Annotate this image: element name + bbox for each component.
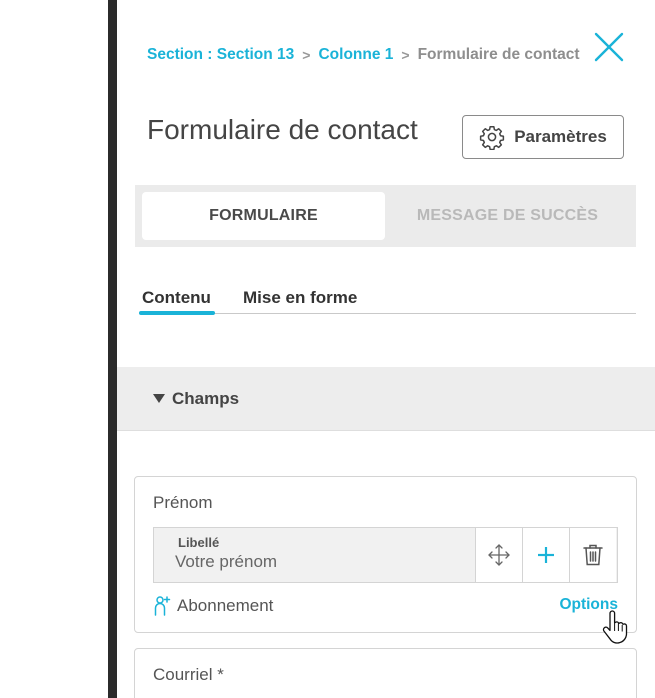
hand-cursor-icon: [602, 610, 628, 644]
plus-icon: [538, 547, 554, 563]
page-background: [0, 0, 108, 698]
panel-title: Formulaire de contact: [147, 114, 418, 145]
subtab-mise-en-forme[interactable]: Mise en forme: [243, 288, 357, 308]
label-field[interactable]: Votre prénom: [175, 552, 277, 572]
side-panel: Section : Section 13 > Colonne 1 > Formu…: [117, 0, 655, 698]
panel-divider: [108, 0, 117, 698]
close-icon: [594, 32, 624, 62]
move-icon: [488, 544, 510, 566]
trash-icon: [583, 544, 603, 566]
breadcrumb-separator: >: [401, 47, 410, 63]
settings-button[interactable]: Paramètres: [462, 115, 624, 159]
section-title: Champs: [172, 388, 240, 408]
gear-icon: [480, 125, 505, 150]
label-caption: Libellé: [178, 535, 220, 550]
label-input-group: Libellé Votre prénom: [153, 527, 618, 583]
close-button[interactable]: [592, 30, 626, 64]
subscription-label: Abonnement: [177, 596, 274, 615]
move-field-button[interactable]: [475, 528, 522, 582]
field-name: Prénom: [153, 493, 213, 512]
settings-button-label: Paramètres: [514, 127, 607, 146]
breadcrumb: Section : Section 13 > Colonne 1 > Formu…: [147, 46, 580, 64]
add-field-button[interactable]: [522, 528, 569, 582]
breadcrumb-current: Formulaire de contact: [417, 46, 580, 63]
field-card-courriel: Courriel *: [134, 648, 637, 698]
breadcrumb-column-link[interactable]: Colonne 1: [318, 46, 393, 64]
field-name: Courriel *: [153, 665, 224, 684]
active-subtab-indicator: [139, 311, 215, 315]
content-subtabs: Contenu Mise en forme: [139, 288, 636, 315]
subtab-contenu[interactable]: Contenu: [142, 288, 211, 308]
person-plus-icon: [154, 596, 171, 616]
champs-section-header[interactable]: Champs: [117, 367, 655, 431]
caret-down-icon: [153, 394, 165, 403]
field-card-prenom: Prénom Libellé Votre prénom Abonnement O…: [134, 476, 637, 633]
breadcrumb-separator: >: [302, 47, 311, 63]
subscription-row[interactable]: Abonnement: [153, 595, 273, 617]
delete-field-button[interactable]: [569, 528, 616, 582]
tab-message-succes[interactable]: MESSAGE DE SUCCÈS: [386, 192, 629, 240]
tab-formulaire[interactable]: FORMULAIRE: [142, 192, 385, 240]
breadcrumb-section-link[interactable]: Section : Section 13: [147, 46, 294, 64]
form-tabs: FORMULAIRE MESSAGE DE SUCCÈS: [135, 185, 636, 247]
